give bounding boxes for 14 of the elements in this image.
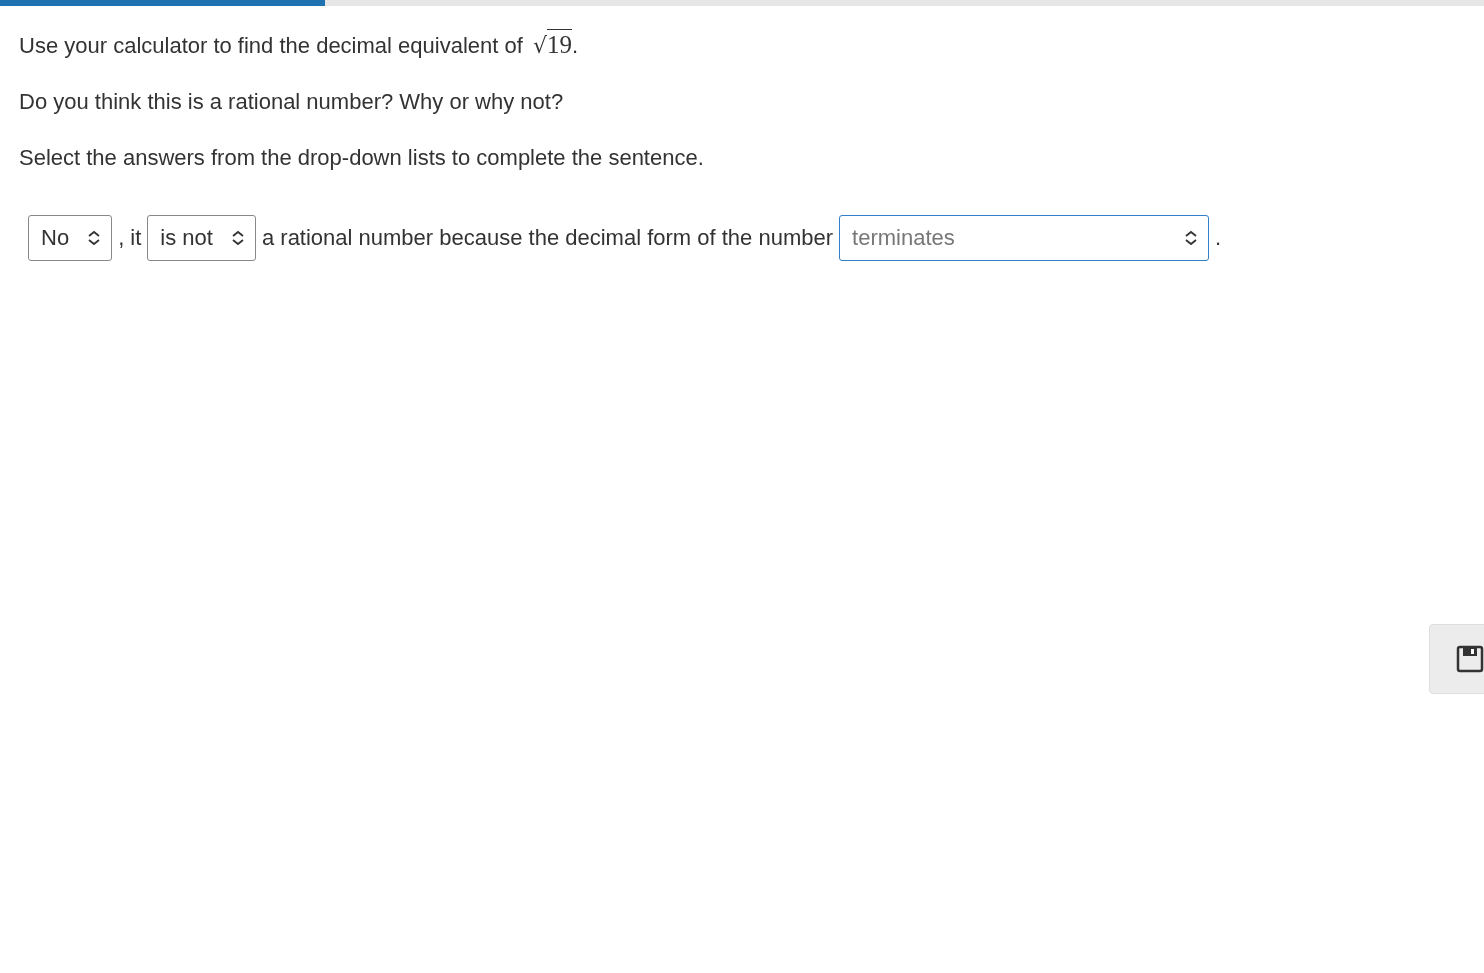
sentence-text: a rational number because the decimal form of the number — [261, 225, 834, 251]
sentence-text: , it — [118, 225, 142, 251]
dropdown[interactable]: terminates — [839, 215, 1210, 261]
instruction-text: Select the answers from the drop-down lists to complete the sentence. — [19, 145, 705, 170]
save-icon — [1456, 645, 1484, 673]
chevron-icon — [1184, 230, 1199, 246]
dropdown[interactable]: is not — [147, 215, 256, 261]
chevron-icon — [230, 230, 245, 246]
instruction-text: Do you think this is a rational number? Why or why not? — [19, 89, 565, 114]
sentence-text: . — [1215, 225, 1222, 251]
question-text: Use your calculator to find the decimal equivalent of √19. — [19, 32, 580, 58]
chevron-icon — [87, 230, 102, 246]
save-button[interactable] — [1429, 624, 1484, 694]
dropdown[interactable]: No — [28, 215, 113, 261]
